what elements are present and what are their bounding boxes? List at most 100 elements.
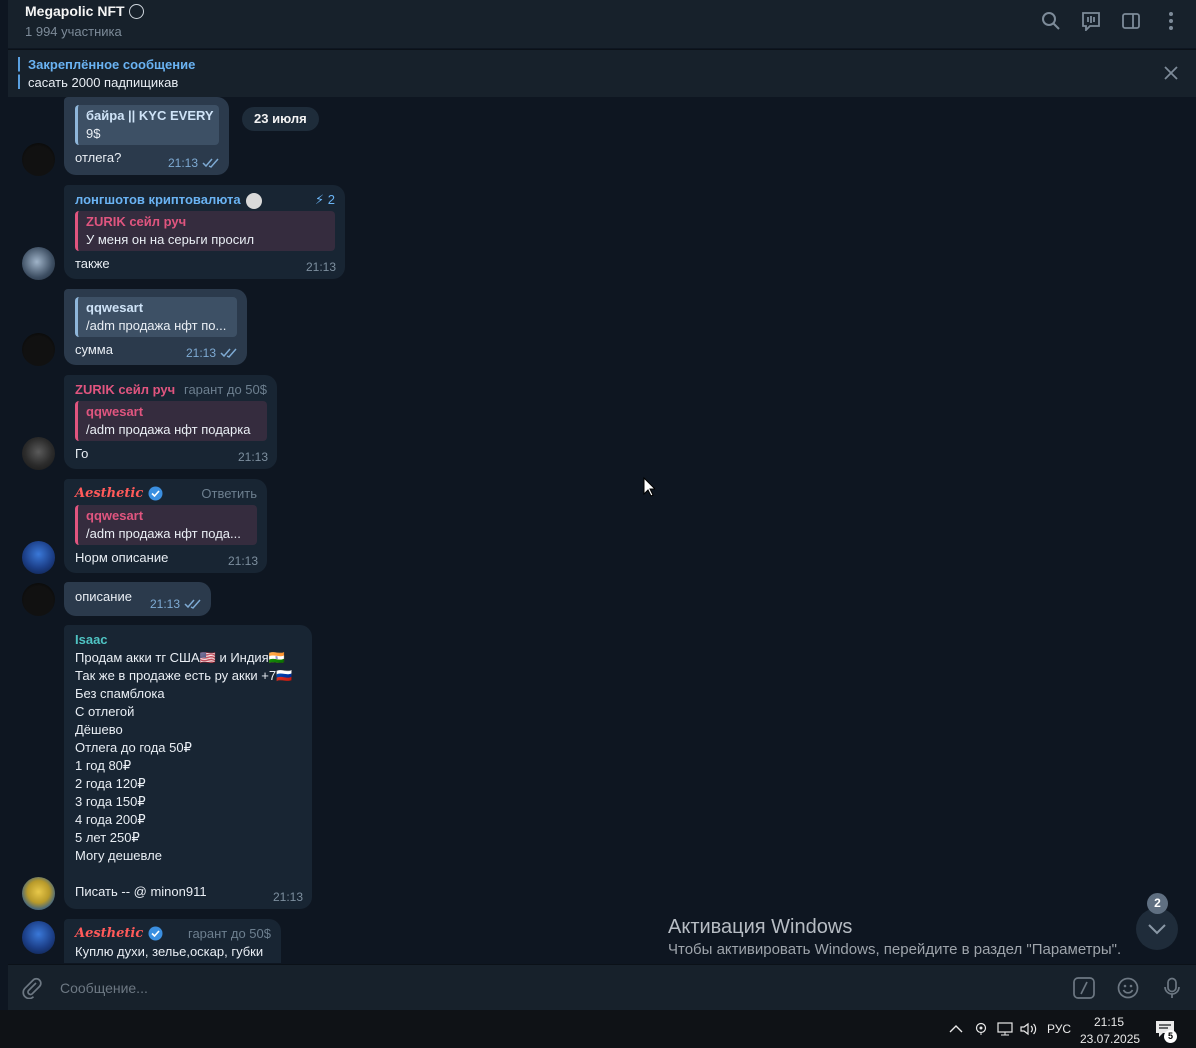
message-time: 21:13 — [237, 450, 268, 464]
verified-icon — [148, 926, 163, 941]
windows-taskbar: РУС 21:15 23.07.2025 5 — [0, 1010, 1196, 1048]
close-icon[interactable] — [1162, 64, 1180, 82]
emoji-status-icon — [128, 3, 144, 19]
clock-time[interactable]: 21:15 — [1086, 1014, 1132, 1030]
read-check-icon — [202, 158, 219, 168]
pinned-title: Закреплённое сообщение — [28, 57, 196, 72]
activation-title: Активация Windows — [668, 916, 853, 938]
message-bubble[interactable]: Aesthetic Ответить qqwesart /adm продажа… — [64, 479, 267, 573]
quote-author: байра || KYC EVERY — [86, 108, 214, 123]
message-line: Отлега до года 50₽ — [75, 740, 192, 755]
quote-text: /adm продажа нфт по... — [86, 318, 227, 333]
message-bubble[interactable]: qqwesart /adm продажа нфт по... сумма 21… — [64, 289, 247, 365]
network-icon[interactable] — [996, 1020, 1014, 1038]
sidebar-toggle-icon[interactable] — [1120, 10, 1142, 32]
pinned-indicator — [18, 57, 20, 89]
reply-quote[interactable]: байра || KYC EVERY 9$ — [75, 105, 219, 145]
search-icon[interactable] — [1040, 10, 1062, 32]
message-time: 21:13 — [168, 156, 220, 170]
message-composer — [8, 964, 1196, 1010]
reply-quote[interactable]: qqwesart /adm продажа нфт пода... — [75, 505, 257, 545]
message-bubble[interactable]: ZURIK сейл руч гарант до 50$ qqwesart /a… — [64, 375, 277, 469]
avatar[interactable] — [22, 333, 55, 366]
time-text: 21:13 — [167, 156, 198, 170]
read-check-icon — [184, 599, 201, 609]
pinned-text: сасать 2000 падпищикав — [28, 75, 179, 90]
message-line: 3 года 150₽ — [75, 794, 146, 809]
message-time: 21:13 — [272, 890, 303, 904]
message-list[interactable]: 23 июля байра || KYC EVERY 9$ отлега? 21… — [8, 97, 1196, 963]
message-text: Куплю духи, зелье,оскар, губки — [75, 944, 264, 959]
read-check-icon — [220, 348, 237, 358]
message-time: 21:13 — [305, 260, 336, 274]
chat-header: Megapolic NFT 1 994 участника — [8, 0, 1196, 48]
time-text: 21:13 — [185, 346, 216, 360]
scroll-down-button[interactable] — [1136, 908, 1178, 950]
time-text: 21:13 — [149, 597, 180, 611]
verified-icon — [148, 486, 163, 501]
message-bubble[interactable]: Aesthetic гарант до 50$ Куплю духи, зель… — [64, 919, 281, 963]
pinned-message-bar[interactable]: Закреплённое сообщение сасать 2000 падпи… — [8, 49, 1196, 97]
attach-icon[interactable] — [20, 976, 44, 1000]
message-bubble[interactable]: лонгшотов криптовалюта ⚡ 2 ZURIK сейл ру… — [64, 185, 345, 279]
chat-title[interactable]: Megapolic NFT — [25, 3, 144, 19]
boost-tag: ⚡ 2 — [315, 192, 335, 207]
boost-count: 2 — [327, 192, 335, 207]
quote-text: 9$ — [86, 126, 101, 141]
unread-badge: 2 — [1147, 893, 1168, 914]
reply-quote[interactable]: qqwesart /adm продажа нфт по... — [75, 297, 237, 337]
message-bubble[interactable]: описание 21:13 — [64, 582, 211, 616]
emoji-icon[interactable] — [1116, 976, 1140, 1000]
webcam-icon[interactable] — [972, 1020, 990, 1038]
video-chat-icon[interactable] — [1080, 10, 1102, 32]
sender-name[interactable]: лонгшотов криптовалюта — [75, 191, 335, 209]
sender-name[interactable]: Isaac — [75, 631, 302, 649]
message-line: 1 год 80₽ — [75, 758, 132, 773]
mouse-cursor-icon — [643, 477, 655, 497]
avatar[interactable] — [22, 143, 55, 176]
message-line: Могу дешевле — [75, 848, 162, 863]
more-icon[interactable] — [1160, 10, 1182, 32]
message-line: 5 лет 250₽ — [75, 830, 140, 845]
reply-quote[interactable]: ZURIK сейл руч У меня он на серьги проси… — [75, 211, 335, 251]
message-line: 2 года 120₽ — [75, 776, 146, 791]
chevron-up-icon[interactable] — [947, 1020, 965, 1038]
message-bubble[interactable]: Isaac Продам акки тг США🇺🇸 и Индия🇮🇳 Так … — [64, 625, 312, 909]
chevron-down-icon — [1148, 924, 1166, 935]
message-line: 4 года 200₽ — [75, 812, 146, 827]
emoji-status-icon — [246, 192, 263, 209]
notification-count: 5 — [1164, 1030, 1177, 1043]
sender-name-text: Aesthetic — [75, 486, 144, 501]
reply-quote[interactable]: qqwesart /adm продажа нфт подарка — [75, 401, 267, 441]
quote-text: /adm продажа нфт подарка — [86, 422, 251, 437]
quote-author: qqwesart — [86, 404, 144, 419]
microphone-icon[interactable] — [1160, 976, 1184, 1000]
member-count: 1 994 участника — [25, 24, 122, 39]
quote-text: /adm продажа нфт пода... — [86, 526, 241, 541]
message-line: Так же в продаже есть ру акки +7🇷🇺 — [75, 668, 293, 683]
quote-author: qqwesart — [86, 508, 144, 523]
message-text: также — [75, 256, 110, 271]
message-line: С отлегой — [75, 704, 135, 719]
message-text: Продам акки тг США🇺🇸 и Индия🇮🇳 Так же в п… — [75, 649, 302, 901]
message-input[interactable] — [60, 977, 960, 999]
message-line: Писать -- @ minon911 — [75, 884, 207, 899]
avatar[interactable] — [22, 877, 55, 910]
bot-commands-icon[interactable] — [1072, 976, 1096, 1000]
date-badge: 23 июля — [242, 107, 319, 131]
avatar[interactable] — [22, 583, 55, 616]
activation-text: Чтобы активировать Windows, перейдите в … — [668, 941, 1122, 958]
quote-author: qqwesart — [86, 300, 144, 315]
clock-date[interactable]: 23.07.2025 — [1080, 1031, 1140, 1047]
message-bubble[interactable]: байра || KYC EVERY 9$ отлега? 21:13 — [64, 97, 229, 175]
avatar[interactable] — [22, 247, 55, 280]
avatar[interactable] — [22, 541, 55, 574]
message-time: 21:13 — [150, 597, 202, 611]
avatar[interactable] — [22, 437, 55, 470]
reply-link[interactable]: Ответить — [201, 486, 257, 501]
avatar[interactable] — [22, 921, 55, 954]
volume-icon[interactable] — [1020, 1020, 1038, 1038]
quote-text: У меня он на серьги просил — [86, 232, 255, 247]
language-indicator[interactable]: РУС — [1047, 1022, 1071, 1036]
quote-author: ZURIK сейл руч — [86, 214, 187, 229]
